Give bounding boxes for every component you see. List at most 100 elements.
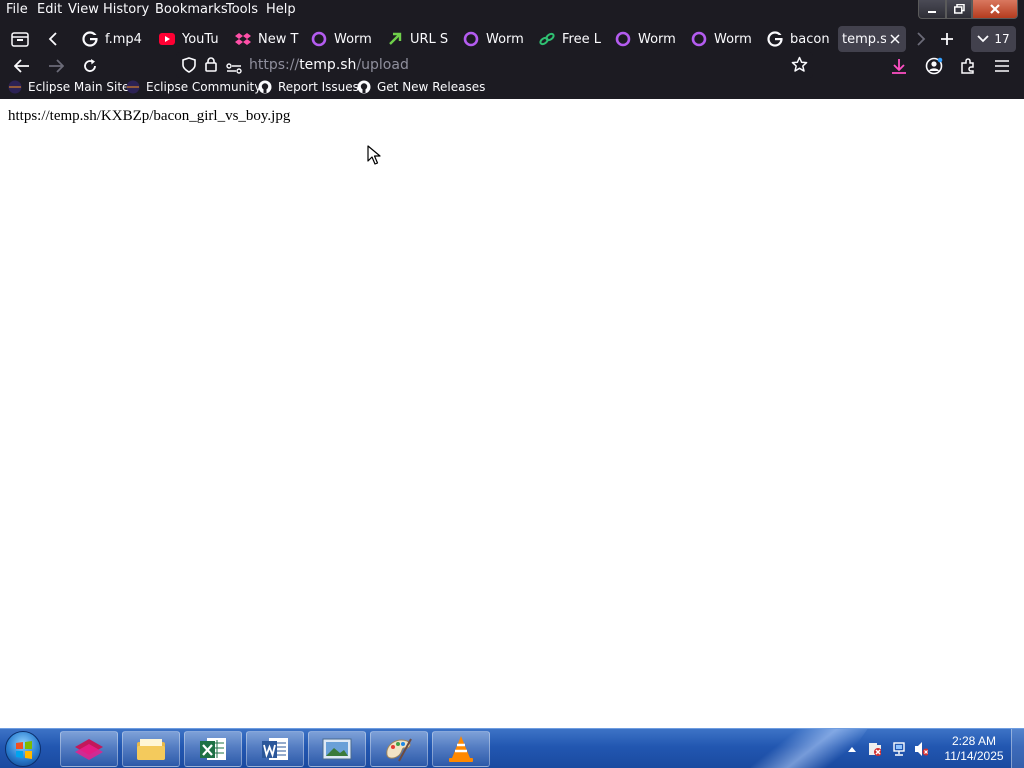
- window-close-button[interactable]: [972, 0, 1018, 19]
- google-icon: [82, 31, 98, 47]
- volume-muted-icon[interactable]: [914, 742, 928, 756]
- tab[interactable]: f.mp4: [82, 26, 152, 52]
- app-menu-button[interactable]: [989, 53, 1015, 79]
- tab-title: temp.sh: [842, 31, 886, 47]
- lock-icon[interactable]: [205, 57, 217, 76]
- tab[interactable]: YouTu: [159, 26, 229, 52]
- tab-active[interactable]: temp.sh: [838, 26, 906, 52]
- link-icon: [539, 31, 555, 47]
- github-icon: [357, 80, 371, 94]
- tab-title: f.mp4: [105, 31, 142, 47]
- taskbar-app-file-explorer[interactable]: [122, 731, 180, 767]
- uploaded-file-url[interactable]: https://temp.sh/KXBZp/bacon_girl_vs_boy.…: [8, 108, 290, 125]
- tab[interactable]: Worm: [691, 26, 761, 52]
- tab[interactable]: Worm: [463, 26, 533, 52]
- tab[interactable]: Worm: [615, 26, 685, 52]
- url-bar[interactable]: https://temp.sh/upload: [176, 52, 813, 78]
- clock-date: 11/14/2025: [944, 749, 1004, 763]
- reload-icon: [84, 59, 96, 72]
- page-content: https://temp.sh/KXBZp/bacon_girl_vs_boy.…: [0, 99, 1024, 728]
- firefox-view-button[interactable]: [7, 26, 33, 52]
- tab-title: Worm: [486, 31, 524, 47]
- tab-title: URL Sh: [410, 31, 449, 47]
- close-icon: [990, 4, 1000, 14]
- file-explorer-icon: [137, 739, 165, 760]
- worm-icon: [311, 31, 327, 47]
- tab-title: New T: [258, 31, 299, 47]
- tab[interactable]: bacon: [767, 26, 833, 52]
- taskbar-app-excel[interactable]: [184, 731, 242, 767]
- star-icon: [791, 56, 808, 72]
- taskbar-app-vlc[interactable]: [432, 731, 490, 767]
- tab[interactable]: Free Li: [539, 26, 601, 52]
- tab[interactable]: URL Sh: [387, 26, 449, 52]
- bookmark-eclipse-community[interactable]: Eclipse Community: [126, 80, 261, 94]
- action-center-icon[interactable]: [867, 742, 881, 756]
- show-hidden-icons-button[interactable]: [845, 742, 859, 756]
- list-all-tabs-button[interactable]: 17: [971, 26, 1016, 52]
- account-button[interactable]: [921, 53, 947, 79]
- menu-history[interactable]: History: [103, 2, 149, 17]
- start-button[interactable]: [5, 731, 41, 767]
- taskbar-clock[interactable]: 2:28 AM 11/14/2025: [936, 734, 1012, 764]
- chevron-down-icon: [977, 35, 989, 43]
- puzzle-icon: [961, 58, 974, 74]
- close-icon: [890, 34, 900, 44]
- worm-icon: [463, 31, 479, 47]
- menu-bookmarks[interactable]: Bookmarks: [155, 2, 228, 17]
- window-restore-button[interactable]: [946, 0, 972, 19]
- url-scheme: https://: [249, 57, 300, 73]
- window-minimize-button[interactable]: [918, 0, 946, 19]
- taskbar: 2:28 AM 11/14/2025: [0, 728, 1024, 768]
- plus-icon: [941, 33, 953, 45]
- menu-bar: File Edit View History Bookmarks Tools H…: [0, 0, 1024, 20]
- back-button[interactable]: [9, 53, 35, 79]
- tabs-scroll-left-button[interactable]: [40, 26, 66, 52]
- bookmark-report-issues[interactable]: Report Issues: [258, 80, 359, 94]
- menu-edit[interactable]: Edit: [37, 2, 62, 17]
- tabs-scroll-right-button[interactable]: [908, 26, 934, 52]
- clock-time: 2:28 AM: [951, 734, 997, 748]
- tab-count: 17: [994, 32, 1010, 46]
- tab-title: Free Li: [562, 31, 601, 47]
- paint-icon: [386, 738, 412, 762]
- hamburger-menu-icon: [995, 60, 1009, 72]
- menu-tools[interactable]: Tools: [226, 2, 258, 17]
- url-shortener-icon: [387, 31, 403, 47]
- bookmark-eclipse-main-site[interactable]: Eclipse Main Site: [8, 80, 129, 94]
- download-icon: [892, 59, 906, 74]
- network-icon[interactable]: [891, 742, 905, 756]
- extensions-button[interactable]: [955, 53, 981, 79]
- tab-title: Worm: [334, 31, 372, 47]
- show-desktop-button[interactable]: [1011, 729, 1024, 768]
- taskbar-app-media[interactable]: [60, 731, 118, 767]
- picture-viewer-icon: [322, 738, 352, 760]
- browser-chrome: File Edit View History Bookmarks Tools H…: [0, 0, 1024, 99]
- permissions-icon[interactable]: [226, 59, 242, 78]
- mouse-pointer-icon: [367, 145, 381, 165]
- tab[interactable]: New T: [235, 26, 301, 52]
- tab-close-button[interactable]: [890, 34, 900, 44]
- forward-button[interactable]: [43, 53, 69, 79]
- reload-button[interactable]: [77, 53, 103, 79]
- windows-logo-icon: [16, 741, 32, 759]
- url-text[interactable]: https://temp.sh/upload: [249, 57, 409, 73]
- menu-view[interactable]: View: [68, 2, 99, 17]
- dropbox-icon: [235, 31, 251, 47]
- taskbar-app-picture-viewer[interactable]: [308, 731, 366, 767]
- bookmark-get-new-releases[interactable]: Get New Releases: [357, 80, 485, 94]
- word-icon: [262, 738, 288, 760]
- eclipse-icon: [126, 80, 140, 94]
- menu-help[interactable]: Help: [266, 2, 296, 17]
- taskbar-app-word[interactable]: [246, 731, 304, 767]
- taskbar-app-paint[interactable]: [370, 731, 428, 767]
- navigation-bar: https://temp.sh/upload: [0, 50, 1024, 80]
- tab[interactable]: Worm: [311, 26, 381, 52]
- new-tab-button[interactable]: [934, 26, 960, 52]
- arrow-right-icon: [49, 59, 64, 73]
- media-app-icon: [75, 739, 103, 760]
- downloads-button[interactable]: [886, 53, 912, 79]
- bookmark-star-button[interactable]: [791, 56, 808, 77]
- tracking-protection-shield-icon[interactable]: [182, 57, 196, 77]
- menu-file[interactable]: File: [6, 2, 28, 17]
